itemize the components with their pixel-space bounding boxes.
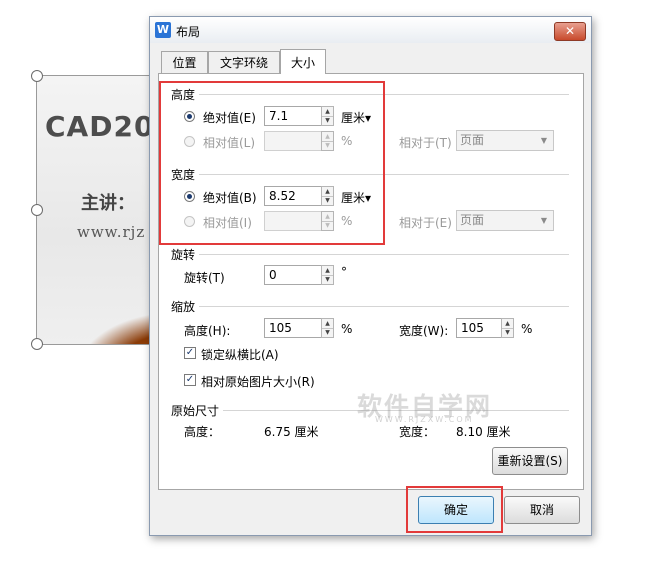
highlight-box-size [159, 81, 385, 245]
scale-group-title: 缩放 [171, 300, 196, 314]
relative-original-checkbox[interactable]: ✓ [184, 374, 196, 386]
layout-dialog: W 布局 ✕ 位置 文字环绕 大小 高度 绝对值(E) 7.1 ▲ ▼ 厘米▾ 相… [149, 16, 592, 536]
lock-ratio-checkbox[interactable]: ✓ [184, 347, 196, 359]
cancel-button[interactable]: 取消 [504, 496, 580, 524]
resize-handle-left[interactable] [31, 204, 43, 216]
reset-button[interactable]: 重新设置(S) [492, 447, 568, 475]
height-relative-to-select[interactable]: 页面 ▼ [456, 130, 554, 151]
width-relative-to-value: 页面 [460, 213, 485, 227]
rotate-spinner[interactable]: ▲ ▼ [321, 265, 334, 285]
spin-down-icon[interactable]: ▼ [502, 328, 513, 337]
original-width-value: 8.10 厘米 [456, 425, 511, 439]
spin-down-icon[interactable]: ▼ [322, 328, 333, 337]
image-site-text: www.rjz [77, 223, 146, 241]
scale-height-label: 高度(H): [184, 324, 231, 338]
image-title-text: CAD20 [45, 110, 155, 143]
relative-original-label: 相对原始图片大小(R) [201, 375, 315, 389]
original-size-group-title: 原始尺寸 [171, 404, 220, 418]
original-width-label: 宽度： [399, 425, 436, 439]
scale-width-input[interactable]: 105 [456, 318, 502, 338]
rotate-group-title: 旋转 [171, 248, 196, 262]
size-tab-panel: 高度 绝对值(E) 7.1 ▲ ▼ 厘米▾ 相对值(L) ▲ ▼ % 相对于(T) … [158, 73, 584, 490]
image-lecturer-text: 主讲： [81, 193, 135, 214]
scale-height-input[interactable]: 105 [264, 318, 322, 338]
height-relative-to-label: 相对于(T) [399, 136, 452, 150]
resize-handle-bottom-left[interactable] [31, 338, 43, 350]
tab-position[interactable]: 位置 [161, 51, 208, 73]
width-relative-to-label: 相对于(E) [399, 216, 452, 230]
document-image[interactable]: CAD20 主讲： www.rjz [36, 75, 156, 345]
scale-group-divider [199, 306, 569, 307]
lock-ratio-label: 锁定纵横比(A) [201, 348, 279, 362]
close-button[interactable]: ✕ [554, 22, 586, 41]
chevron-down-icon: ▼ [540, 216, 547, 225]
resize-handle-top-left[interactable] [31, 70, 43, 82]
rotate-label: 旋转(T) [184, 271, 225, 285]
dialog-title: 布局 [176, 25, 201, 39]
original-height-value: 6.75 厘米 [264, 425, 319, 439]
chevron-down-icon: ▼ [540, 136, 547, 145]
scale-width-percent: % [521, 322, 533, 336]
image-decoration [77, 311, 155, 344]
scale-height-percent: % [341, 322, 353, 336]
rotate-unit: ° [341, 265, 347, 279]
original-height-label: 高度： [184, 425, 221, 439]
highlight-box-ok [406, 486, 503, 533]
spin-down-icon[interactable]: ▼ [322, 275, 333, 284]
tab-text-wrap[interactable]: 文字环绕 [208, 51, 280, 73]
watermark-subtext: WWW.RJZXW.COM [375, 415, 474, 424]
tab-size[interactable]: 大小 [280, 49, 326, 74]
rotate-group-divider [199, 254, 569, 255]
wps-app-icon: W [155, 22, 171, 38]
rotate-input[interactable]: 0 [264, 265, 322, 285]
width-relative-to-select[interactable]: 页面 ▼ [456, 210, 554, 231]
title-bar[interactable]: W 布局 ✕ [150, 17, 591, 43]
scale-height-spinner[interactable]: ▲ ▼ [321, 318, 334, 338]
scale-width-label: 宽度(W): [399, 324, 449, 338]
height-relative-to-value: 页面 [460, 133, 485, 147]
scale-width-spinner[interactable]: ▲ ▼ [501, 318, 514, 338]
